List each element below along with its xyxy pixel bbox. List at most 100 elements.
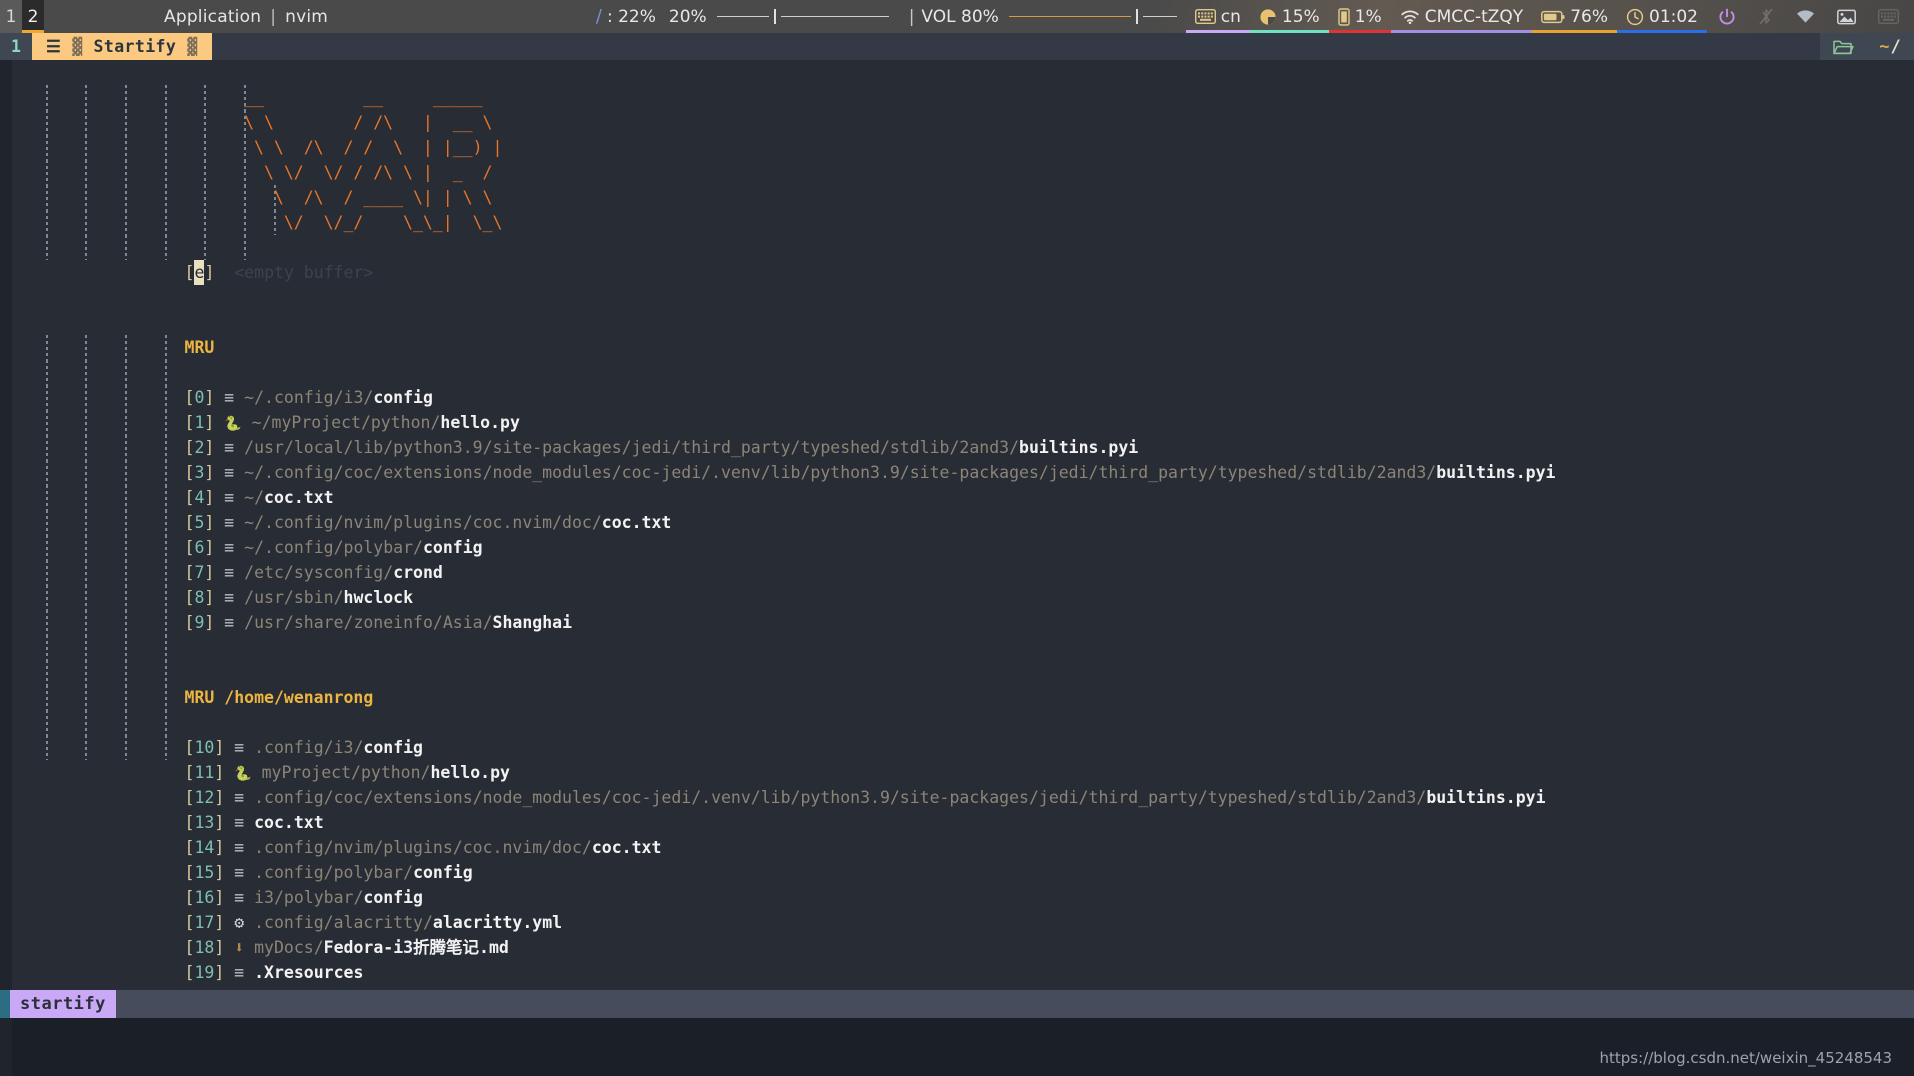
buffer-line: [17] ⚙ .config/alacritty/alacritty.yml <box>0 910 1914 935</box>
clock-module[interactable]: 01:02 <box>1617 0 1707 33</box>
indent-guide <box>125 710 128 735</box>
entry-filename: coc.txt <box>254 813 324 832</box>
indent-guide <box>164 110 167 135</box>
indent-guide <box>85 210 88 235</box>
volume-module[interactable]: | VOL 80% <box>898 0 1186 33</box>
polybar-tray: / : 22% 20% | VOL 80% cn 15% 1% CMCC-tZQ… <box>587 0 1914 33</box>
watermark-text: https://blog.csdn.net/weixin_45248543 <box>1599 1049 1892 1067</box>
tabline-home-indicator[interactable]: ~ / <box>1866 33 1914 60</box>
entry-filename: hello.py <box>440 413 520 432</box>
indent-guide <box>204 85 207 110</box>
entry-bracket-close: ] <box>214 763 225 782</box>
network-module[interactable]: CMCC-tZQY <box>1390 0 1533 33</box>
tab-startify[interactable]: ☰ ▓ Startify ▓ <box>32 33 212 60</box>
indent-guide <box>45 535 48 560</box>
tabline-folder-button[interactable] <box>1820 33 1866 60</box>
mru-entry[interactable]: [14] ≡ .config/nvim/plugins/coc.nvim/doc… <box>185 835 662 860</box>
indent-guide <box>45 210 48 235</box>
statusline-mode-label: startify <box>20 994 106 1014</box>
mru-entry[interactable]: [18] ⬇ myDocs/Fedora-i3折腾笔记.md <box>185 935 509 960</box>
indent-guide <box>125 535 128 560</box>
python-icon: 🐍 <box>234 766 252 782</box>
entry-index: 13 <box>194 813 215 832</box>
volume-slider-left[interactable] <box>1008 16 1131 17</box>
mru-entry[interactable]: [5] ≡ ~/.config/nvim/plugins/coc.nvim/do… <box>185 510 672 535</box>
clock-icon <box>1626 8 1644 26</box>
entry-bracket-close: ] <box>214 863 225 882</box>
indent-guide <box>85 660 88 685</box>
entry-bracket-close: ] <box>204 563 215 582</box>
tab-label: Startify <box>93 37 177 56</box>
indent-guide <box>85 685 88 710</box>
mru-entry[interactable]: [16] ≡ i3/polybar/config <box>185 885 423 910</box>
indent-guide <box>164 85 167 110</box>
file-icon: ≡ <box>224 388 235 407</box>
mru-entry[interactable]: [12] ≡ .config/coc/extensions/node_modul… <box>185 785 1546 810</box>
entry-bracket-close: ] <box>214 738 225 757</box>
power-menu-button[interactable] <box>1707 0 1747 33</box>
indent-guide <box>45 160 48 185</box>
home-tilde-label: ~ <box>1879 36 1890 57</box>
indent-guide <box>204 185 207 210</box>
memory-module[interactable]: 1% <box>1328 0 1391 33</box>
volume-slider-knob[interactable] <box>1135 9 1138 24</box>
indent-guide <box>85 710 88 735</box>
cpu-module[interactable]: 15% <box>1249 0 1329 33</box>
indent-guide <box>85 110 88 135</box>
battery-module[interactable]: 76% <box>1532 0 1617 33</box>
mru-entry[interactable]: [15] ≡ .config/polybar/config <box>185 860 473 885</box>
mru-entry[interactable]: [3] ≡ ~/.config/coc/extensions/node_modu… <box>185 460 1556 485</box>
brightness-slider-left[interactable] <box>716 16 769 17</box>
mru-entry[interactable]: [11] 🐍 myProject/python/hello.py <box>185 760 510 787</box>
mru-entry[interactable]: [19] ≡ .Xresources <box>185 960 364 985</box>
startify-buffer: __ __ _____ \ \ / /\ | __ \ \ \ /\ / / \… <box>0 60 1914 990</box>
mru-entry[interactable]: [17] ⚙ .config/alacritty/alacritty.yml <box>185 910 563 935</box>
tray-bluetooth-off-item[interactable] <box>1747 0 1785 33</box>
workspace-button-2[interactable]: 2 <box>22 0 44 33</box>
brightness-module[interactable]: / : 22% 20% <box>587 0 898 33</box>
entry-bracket-close: ] <box>204 613 215 632</box>
mru-entry[interactable]: [6] ≡ ~/.config/polybar/config <box>185 535 483 560</box>
cursor-block: e <box>194 260 205 285</box>
mru-entry[interactable]: [10] ≡ .config/i3/config <box>185 735 423 760</box>
buffer-line: [2] ≡ /usr/local/lib/python3.9/site-pack… <box>0 435 1914 460</box>
tray-keyboard-item[interactable] <box>1867 0 1910 33</box>
mru-entry[interactable]: [4] ≡ ~/coc.txt <box>185 485 334 510</box>
statusline-accent <box>0 990 10 1018</box>
keyboard-layout-module[interactable]: cn <box>1185 0 1250 33</box>
empty-buffer-entry[interactable]: [e] <empty buffer> <box>185 260 373 285</box>
entry-filename: config <box>373 388 433 407</box>
buffer-line: [1] 🐍 ~/myProject/python/hello.py <box>0 410 1914 435</box>
workspace-button-1[interactable]: 1 <box>0 0 22 33</box>
mru-entry[interactable]: [0] ≡ ~/.config/i3/config <box>185 385 433 410</box>
mru-entry[interactable]: [1] 🐍 ~/myProject/python/hello.py <box>185 410 520 437</box>
file-icon: ≡ <box>224 438 235 457</box>
mru-entry[interactable]: [9] ≡ /usr/share/zoneinfo/Asia/Shanghai <box>185 610 572 635</box>
brightness-slider-right[interactable] <box>780 16 889 17</box>
tray-screenshot-item[interactable] <box>1826 0 1867 33</box>
file-icon: ≡ <box>234 838 245 857</box>
entry-filename: config <box>363 888 423 907</box>
mru-entry[interactable]: [2] ≡ /usr/local/lib/python3.9/site-pack… <box>185 435 1139 460</box>
brightness-slider-knob[interactable] <box>773 9 776 24</box>
indent-guide <box>125 560 128 585</box>
buffer-line: [3] ≡ ~/.config/coc/extensions/node_modu… <box>0 460 1914 485</box>
tray-wifi-item[interactable] <box>1785 0 1826 33</box>
workspace-switcher[interactable]: 1 2 <box>0 0 44 33</box>
mru-entry[interactable]: [7] ≡ /etc/sysconfig/crond <box>185 560 443 585</box>
indent-guide <box>85 485 88 510</box>
entry-filename: config <box>413 863 473 882</box>
volume-slider-right[interactable] <box>1142 16 1177 17</box>
mru-entry[interactable]: [13] ≡ coc.txt <box>185 810 324 835</box>
mru-entry[interactable]: [8] ≡ /usr/sbin/hwclock <box>185 585 414 610</box>
wifi-icon <box>1400 9 1420 25</box>
memory-module-underline <box>1328 30 1391 33</box>
